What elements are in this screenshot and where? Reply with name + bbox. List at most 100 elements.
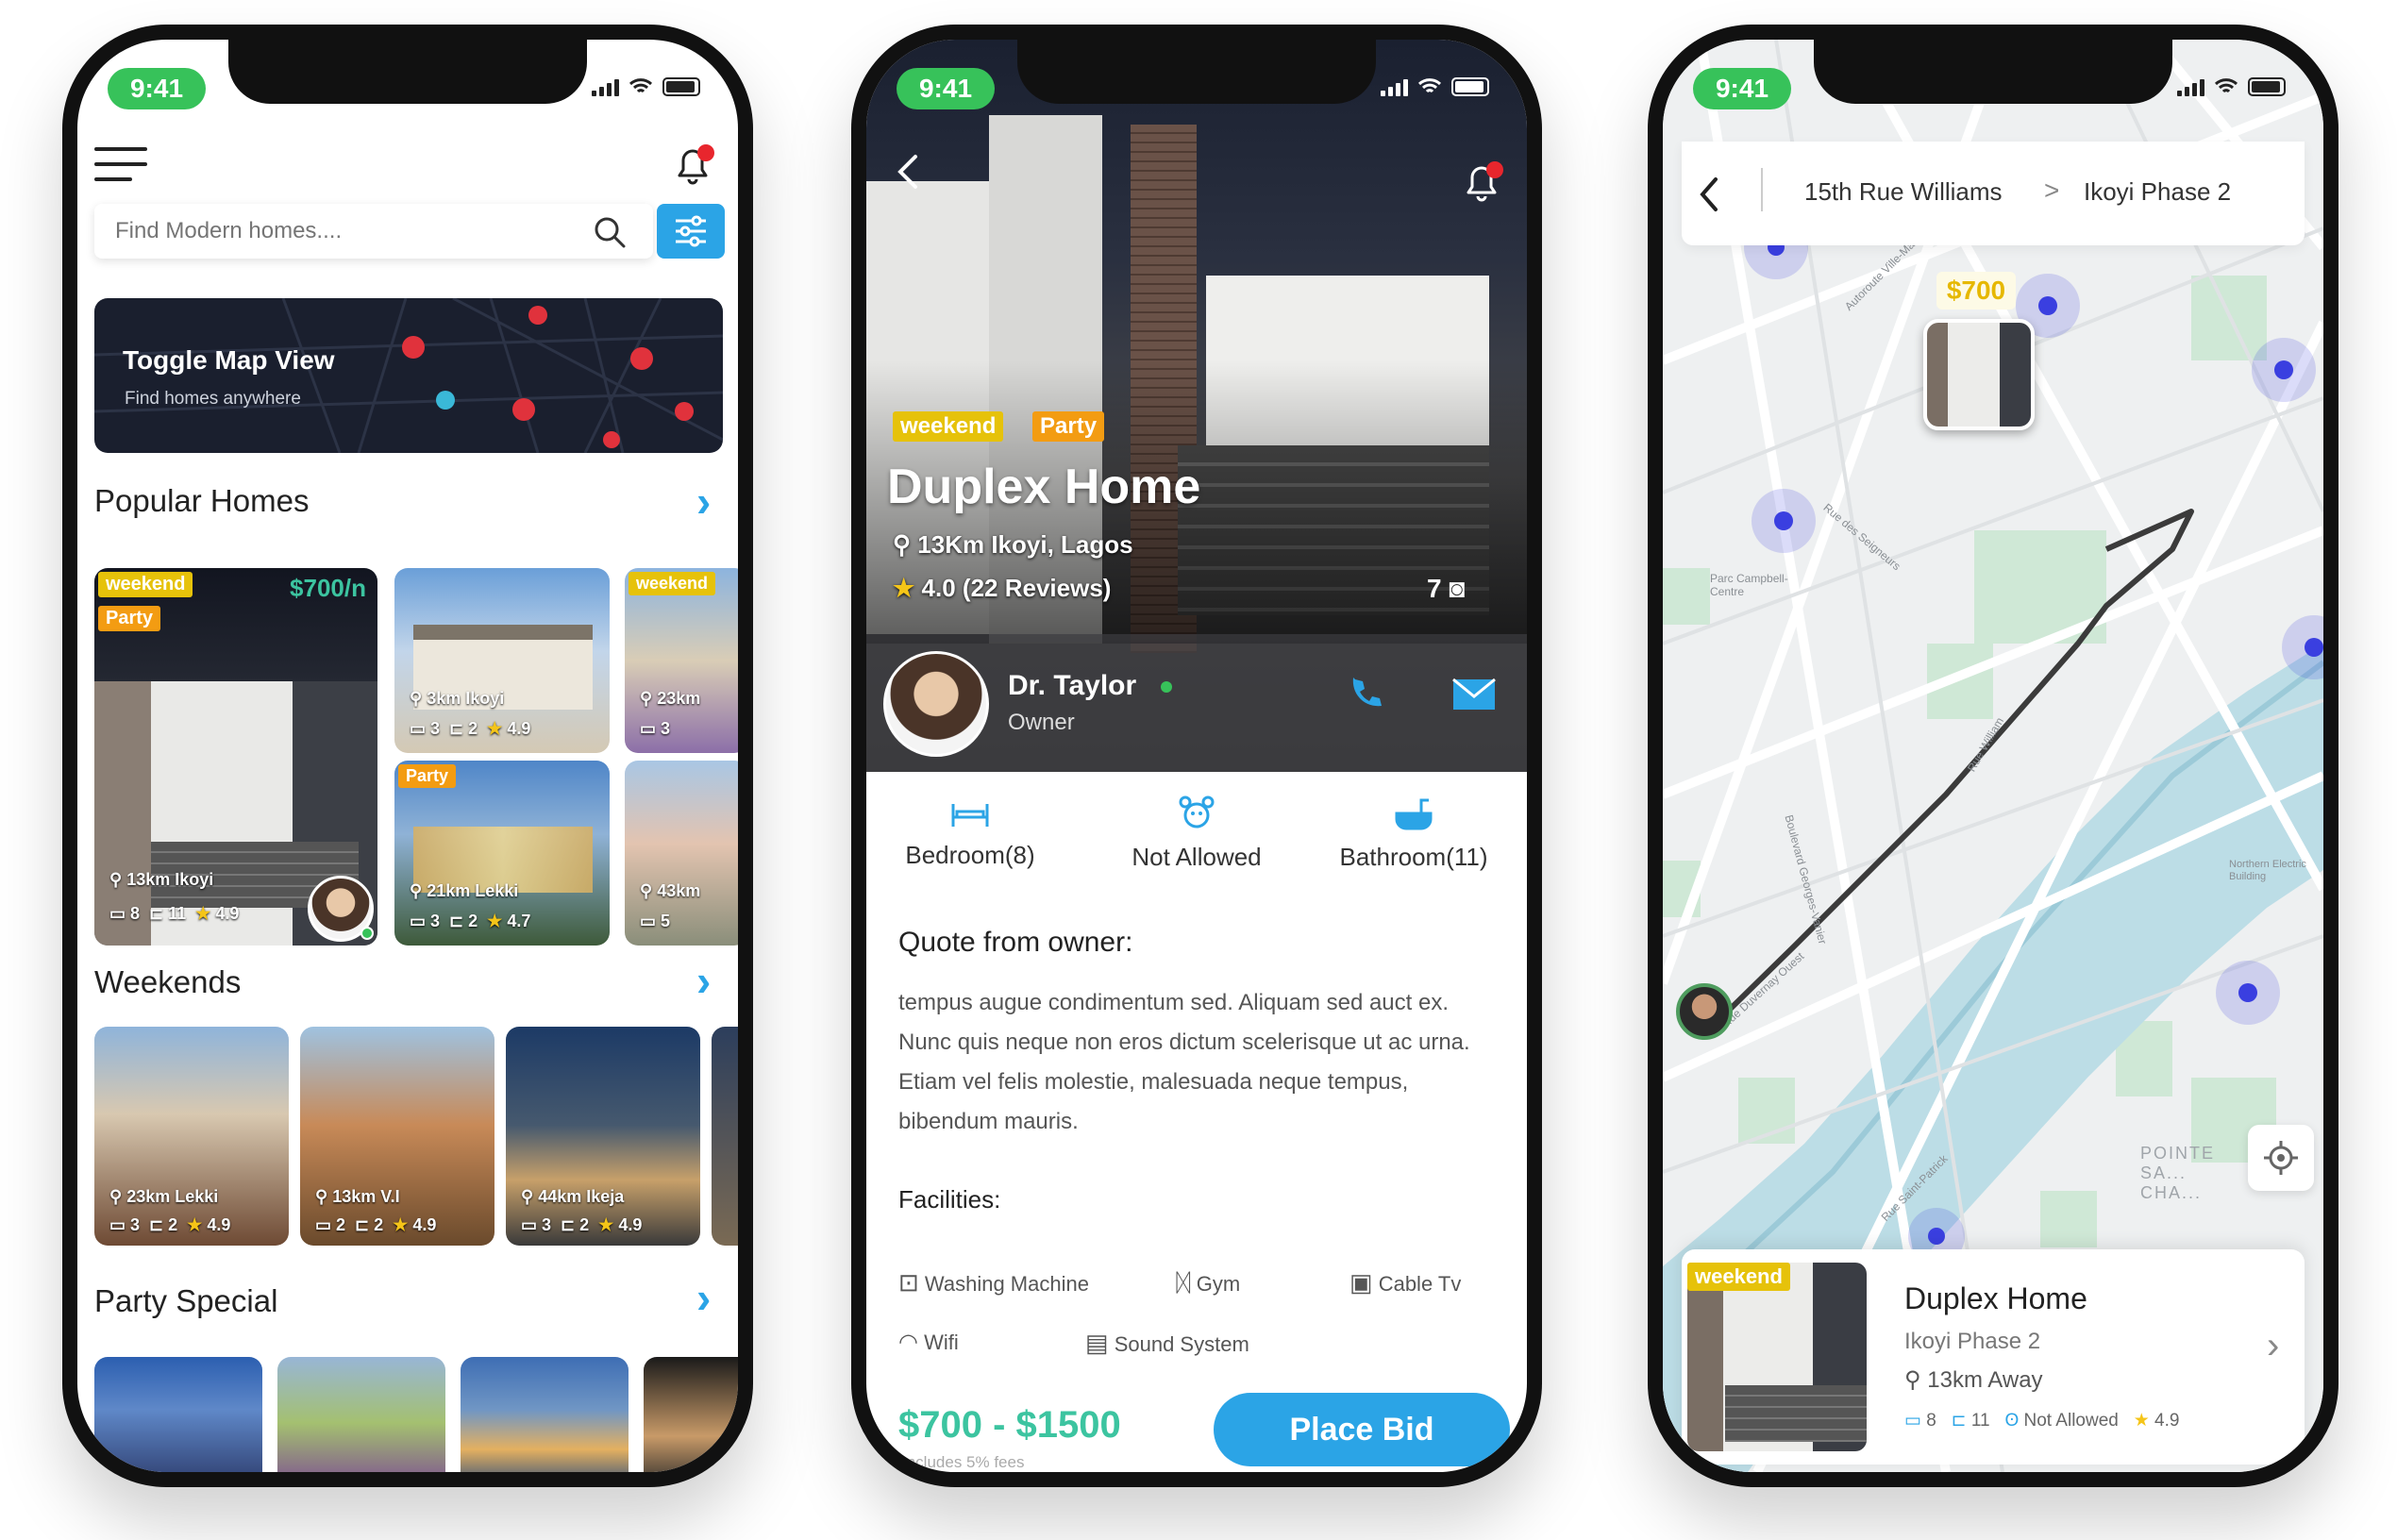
pet-icon: [1179, 795, 1215, 829]
tv-icon: ▣: [1349, 1268, 1373, 1297]
breadcrumb-item[interactable]: 15th Rue Williams: [1804, 177, 2003, 207]
card-chevron-icon[interactable]: ›: [2267, 1325, 2279, 1367]
tag-weekend: weekend: [98, 572, 193, 597]
weekend-card[interactable]: ⚲ 13km V.I ▭ 2 ⊏ 2 ★ 4.9: [300, 1027, 494, 1246]
tag-party: Party: [398, 764, 457, 788]
popular-card[interactable]: ⚲ 43km ▭ 5: [625, 761, 738, 946]
back-icon[interactable]: [895, 153, 923, 191]
star-icon: ★: [893, 574, 915, 602]
owner-avatar[interactable]: [883, 651, 989, 757]
mail-icon[interactable]: [1451, 678, 1497, 711]
filter-button[interactable]: [657, 204, 725, 259]
feature-label: Bedroom(8): [905, 841, 1035, 869]
notification-bell-icon[interactable]: [1461, 160, 1504, 204]
user-location-avatar: [1676, 983, 1733, 1040]
featured-stats: ▭ 8 ⊏ 11 ★ 4.9: [109, 904, 240, 923]
home-screen: 9:41 Toggle Map View Find homes anywhere…: [77, 40, 738, 1472]
map-home-marker[interactable]: [1923, 319, 2035, 430]
status-time: 9:41: [897, 68, 995, 109]
location-pin-icon: ⚲: [1904, 1367, 1921, 1393]
price-fees: Includes 5% fees: [902, 1453, 1025, 1471]
online-dot: [360, 927, 374, 940]
garage-door: [1725, 1385, 1867, 1442]
weekend-card[interactable]: ⚲ 23km Lekki ▭ 3 ⊏ 2 ★ 4.9: [94, 1027, 289, 1246]
price-range: $700 - $1500: [898, 1404, 1121, 1446]
place-bid-button[interactable]: Place Bid: [1214, 1393, 1510, 1466]
menu-icon[interactable]: [94, 145, 147, 183]
breadcrumb-bar: 15th Rue Williams > Ikoyi Phase 2: [1682, 142, 2305, 245]
card-distance: ⚲ 3km Ikoyi: [410, 689, 505, 708]
notification-bell-icon[interactable]: [672, 143, 715, 187]
popular-card[interactable]: ⚲ 3km Ikoyi ▭ 3 ⊏ 2 ★ 4.9: [394, 568, 610, 753]
property-location: ⚲ 13Km Ikoyi, Lagos: [893, 530, 1133, 559]
popular-card[interactable]: Party ⚲ 21km Lekki ▭ 3 ⊏ 2 ★ 4.7: [394, 761, 610, 946]
featured-price: $700/n: [290, 574, 366, 602]
bed-icon: [951, 804, 989, 827]
search-icon[interactable]: [593, 215, 627, 249]
card-distance: ⚲ 23km Lekki: [109, 1187, 219, 1206]
notch: [1017, 40, 1376, 104]
feature-bathroom: Bathroom(11): [1319, 795, 1508, 872]
breadcrumb-separator-icon: >: [2044, 176, 2060, 205]
weekend-card[interactable]: ⚲ 44km Ikeja ▭ 3 ⊏ 2 ★ 4.9: [506, 1027, 700, 1246]
street-label: Parc Campbell-Centre: [1710, 572, 1788, 598]
property-card-image: [1687, 1263, 1867, 1451]
party-card[interactable]: [644, 1357, 738, 1472]
card-stats: ▭ 8 ⊏ 11 ʘ Not Allowed ★ 4.9: [1904, 1411, 2180, 1431]
breadcrumb-divider: [1761, 168, 1763, 211]
card-distance: ⚲ 13km V.I: [315, 1187, 400, 1206]
popular-card[interactable]: weekend ⚲ 23km ▭ 3: [625, 568, 738, 753]
property-rating: ★ 4.0 (22 Reviews): [893, 574, 1112, 602]
locate-button[interactable]: [2248, 1125, 2314, 1191]
quote-title: Quote from owner:: [898, 927, 1133, 958]
property-card[interactable]: weekend Duplex Home Ikoyi Phase 2 ⚲ 13km…: [1682, 1249, 2305, 1465]
facility-gym: ᛞ Gym: [1176, 1268, 1241, 1297]
facility-cable-tv: ▣ Cable Tv: [1349, 1268, 1462, 1297]
phone-home: 9:41 Toggle Map View Find homes anywhere…: [62, 25, 753, 1487]
breadcrumb-item[interactable]: Ikoyi Phase 2: [2084, 177, 2231, 207]
status-icons: [1381, 77, 1489, 96]
notch: [228, 40, 587, 104]
bathtub-icon: [1395, 798, 1433, 830]
map-banner-pattern: [94, 298, 723, 453]
search-bar[interactable]: [94, 204, 653, 259]
party-card[interactable]: [94, 1357, 262, 1472]
facility-sound-system: ▤ Sound System: [1085, 1329, 1249, 1357]
card-stats: ▭ 3 ⊏ 2 ★ 4.9: [521, 1215, 643, 1234]
weekend-card[interactable]: [712, 1027, 738, 1246]
party-card[interactable]: [461, 1357, 629, 1472]
status-icons: [2177, 77, 2286, 96]
map-banner-subtitle: Find homes anywhere: [125, 389, 301, 409]
map-screen: Autoroute Ville-Marie Parc Campbell-Cent…: [1663, 40, 2323, 1472]
speaker-icon: ▤: [1085, 1329, 1109, 1357]
map-price-pin[interactable]: $700: [1936, 272, 2016, 310]
status-time: 9:41: [108, 68, 206, 109]
party-card[interactable]: [277, 1357, 445, 1472]
photo-count[interactable]: 7 ◙: [1427, 574, 1465, 604]
card-distance: ⚲ 21km Lekki: [410, 881, 519, 900]
phone-detail: 9:41 weekend Party Duplex Home ⚲ 13Km Ik…: [851, 25, 1542, 1487]
feature-bedroom: Bedroom(8): [885, 795, 1055, 870]
notch: [1814, 40, 2172, 104]
feature-label: Not Allowed: [1131, 843, 1262, 871]
tag-party: Party: [98, 606, 161, 631]
card-distance: ⚲ 13km Away: [1904, 1367, 2043, 1393]
card-area: Ikoyi Phase 2: [1904, 1329, 2041, 1354]
phone-icon[interactable]: [1348, 676, 1385, 713]
owner-panel: Dr. Taylor Owner: [866, 634, 1527, 772]
card-stats: ▭ 2 ⊏ 2 ★ 4.9: [315, 1215, 437, 1234]
feature-pets: Not Allowed: [1102, 795, 1291, 872]
wifi-icon: ◠: [898, 1330, 918, 1355]
popular-homes-title: Popular Homes: [94, 483, 310, 518]
featured-home-card[interactable]: weekend Party $700/n ⚲ 13km Ikoyi ▭ 8 ⊏ …: [94, 568, 377, 946]
card-stats: ▭ 3: [640, 719, 671, 738]
back-icon[interactable]: [1697, 176, 1721, 213]
camera-icon: ◙: [1449, 574, 1466, 603]
map-view-banner[interactable]: Toggle Map View Find homes anywhere: [94, 298, 723, 453]
bed-icon: ▭: [1904, 1411, 1921, 1431]
search-input[interactable]: [115, 215, 568, 247]
tag-weekend: weekend: [893, 411, 1004, 442]
party-see-all-icon[interactable]: ›: [696, 1272, 711, 1323]
weekends-see-all-icon[interactable]: ›: [696, 955, 711, 1006]
popular-see-all-icon[interactable]: ›: [696, 476, 711, 527]
